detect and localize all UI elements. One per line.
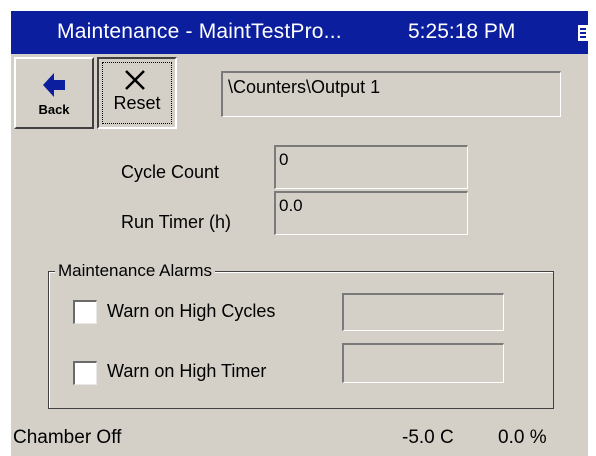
x-cross-icon <box>124 69 146 96</box>
back-button-label: Back <box>38 102 70 117</box>
run-timer-label: Run Timer (h) <box>121 212 232 232</box>
maintenance-alarms-title: Maintenance Alarms <box>55 261 216 281</box>
warn-high-timer-field[interactable] <box>342 343 504 383</box>
left-arrow-icon <box>43 73 65 102</box>
chamber-status: Chamber Off <box>13 427 122 448</box>
warn-high-timer-label: Warn on High Timer <box>107 361 267 381</box>
back-button[interactable]: Back <box>14 57 94 129</box>
status-bar: Chamber Off -5.0 C 0.0 % <box>11 419 588 456</box>
warn-high-cycles-label: Warn on High Cycles <box>107 301 276 321</box>
reset-button[interactable]: Reset <box>97 57 177 129</box>
reset-button-label: Reset <box>113 93 161 113</box>
counter-path-field: \Counters\Output 1 <box>221 71 561 117</box>
cycle-count-field[interactable]: 0 <box>274 145 468 189</box>
maintenance-alarms-group <box>48 271 554 409</box>
warn-high-cycles-field[interactable] <box>342 293 504 331</box>
cycle-count-label: Cycle Count <box>121 162 220 182</box>
clock: 5:25:18 PM <box>408 20 516 43</box>
warn-high-cycles-checkbox[interactable] <box>73 300 97 324</box>
start-menu-icon[interactable] <box>578 25 588 41</box>
temperature-readout: -5.0 C <box>402 427 454 448</box>
run-timer-field[interactable]: 0.0 <box>274 191 468 235</box>
window-title: Maintenance - MaintTestPro... <box>57 20 342 43</box>
title-bar: Maintenance - MaintTestPro... 5:25:18 PM <box>11 11 588 54</box>
percent-readout: 0.0 % <box>498 427 547 448</box>
device-screen: Maintenance - MaintTestPro... 5:25:18 PM… <box>11 11 588 456</box>
warn-high-timer-checkbox[interactable] <box>73 361 97 385</box>
